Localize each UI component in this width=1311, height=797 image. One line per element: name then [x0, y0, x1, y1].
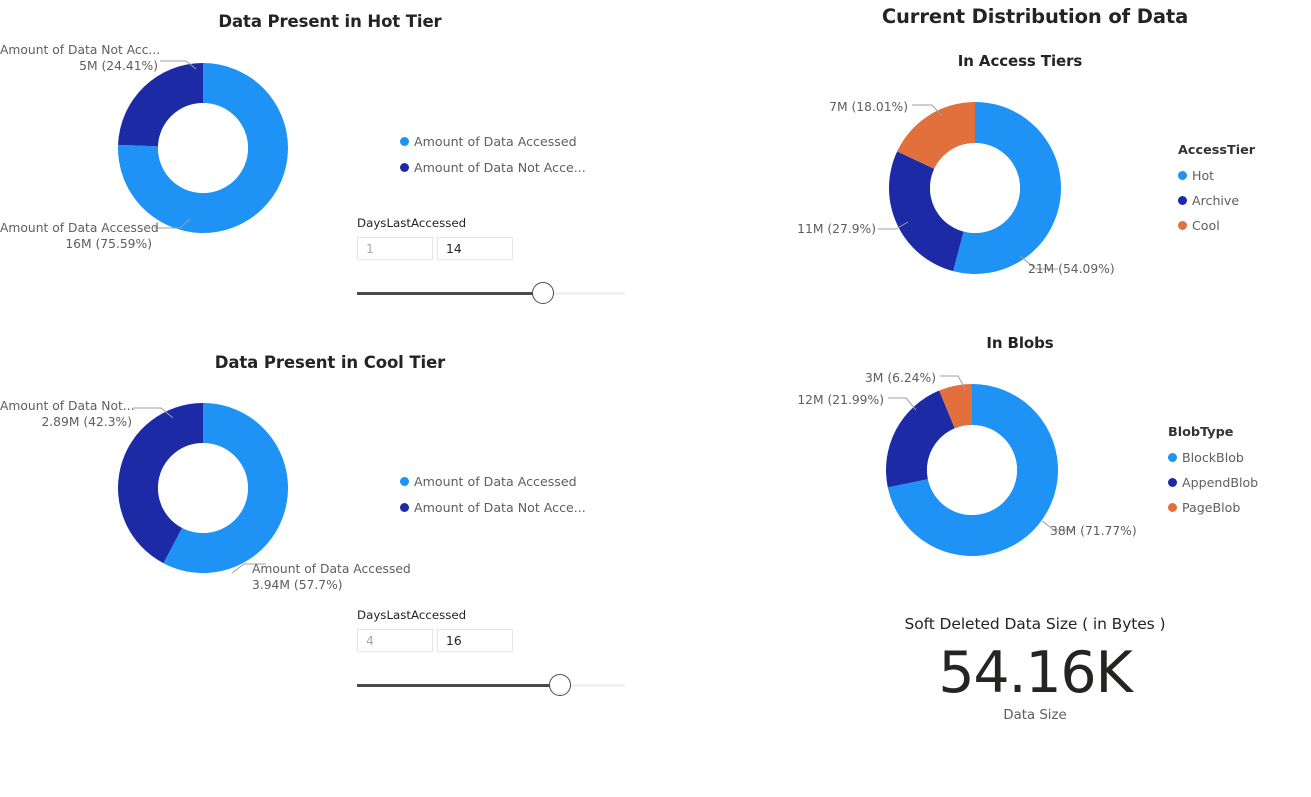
slicer-handle[interactable]	[532, 282, 554, 304]
cool-tier-label-not-accessed-name: Amount of Data Not...	[0, 399, 135, 413]
cool-tier-donut-hole	[158, 443, 248, 533]
cool-tier-donut-svg	[117, 403, 288, 573]
cool-tier-slicer-max-input[interactable]: 16	[437, 629, 513, 652]
blobs-legend-title: BlobType	[1168, 425, 1234, 440]
access-tiers-legend: AccessTier Hot Archive Cool	[1178, 143, 1255, 238]
blobs-leader-append	[888, 397, 917, 411]
access-tiers-title: In Access Tiers	[957, 52, 1083, 70]
blobs-label-block: 38M (71.77%)	[1050, 524, 1137, 538]
access-tiers-label-cool: 7M (18.01%)	[829, 100, 908, 114]
cool-tier-slicer-label: DaysLastAccessed	[357, 608, 467, 622]
blobs-legend-item-appendblob[interactable]: AppendBlob	[1168, 470, 1258, 495]
access-tiers-label-archive: 11M (27.9%)	[797, 222, 876, 236]
cool-tier-donut[interactable]	[117, 403, 288, 573]
access-tiers-donut-svg	[889, 102, 1061, 274]
cool-tier-slicer-min-input[interactable]: 4	[357, 629, 433, 652]
legend-dot-icon	[1168, 478, 1177, 487]
soft-deleted-subtitle: Data Size	[1003, 708, 1067, 723]
blobs-donut-hole	[927, 425, 1017, 515]
legend-dot-icon	[1178, 171, 1187, 180]
access-tiers-legend-item-archive[interactable]: Archive	[1178, 188, 1255, 213]
soft-deleted-value: 54.16K	[938, 640, 1133, 706]
cool-tier-legend-label-not-accessed: Amount of Data Not Acce...	[414, 499, 586, 515]
access-tiers-legend-label-archive: Archive	[1192, 193, 1240, 208]
cool-tier-label-accessed: Amount of Data Accessed 3.94M (57.7%)	[252, 561, 452, 593]
access-tiers-label-hot: 21M (54.09%)	[1028, 262, 1115, 276]
hot-tier-slicer-inputs: 1 14	[357, 237, 627, 260]
cool-tier-legend: Amount of Data Accessed Amount of Data N…	[400, 468, 586, 520]
blobs-title: In Blobs	[986, 334, 1054, 352]
blobs-label-append: 12M (21.99%)	[797, 393, 884, 407]
hot-tier-legend-label-accessed: Amount of Data Accessed	[414, 133, 577, 149]
access-tiers-legend-title: AccessTier	[1178, 143, 1256, 158]
blobs-legend-label-pageblob: PageBlob	[1182, 500, 1241, 515]
hot-tier-donut[interactable]	[118, 63, 288, 233]
right-panel-title: Current Distribution of Data	[881, 5, 1189, 28]
blobs-legend-label-appendblob: AppendBlob	[1182, 475, 1259, 490]
cool-tier-slicer[interactable]: DaysLastAccessed 4 16	[357, 608, 627, 696]
hot-tier-label-accessed: Amount of Data Accessed 16M (75.59%)	[0, 220, 159, 252]
legend-dot-icon	[1178, 196, 1187, 205]
cool-tier-legend-item-accessed[interactable]: Amount of Data Accessed	[400, 468, 586, 494]
legend-dot-icon	[1178, 221, 1187, 230]
hot-tier-slicer-label: DaysLastAccessed	[357, 216, 467, 230]
blobs-leader-page	[940, 375, 967, 391]
cool-tier-label-not-accessed: Amount of Data Not... 2.89M (42.3%)	[0, 398, 135, 430]
blobs-legend-item-blockblob[interactable]: BlockBlob	[1168, 445, 1258, 470]
access-tiers-donut-hole	[930, 143, 1020, 233]
hot-tier-slicer[interactable]: DaysLastAccessed 1 14	[357, 216, 627, 304]
hot-tier-label-not-accessed-value: 5M (24.41%)	[79, 59, 158, 73]
slicer-track-fill	[357, 684, 559, 687]
hot-tier-legend: Amount of Data Accessed Amount of Data N…	[400, 128, 586, 180]
blobs-legend: BlobType BlockBlob AppendBlob PageBlob	[1168, 425, 1258, 520]
blobs-legend-item-pageblob[interactable]: PageBlob	[1168, 495, 1258, 520]
legend-dot-icon	[1168, 503, 1177, 512]
legend-dot-icon	[400, 162, 409, 172]
blobs-label-page: 3M (6.24%)	[864, 371, 936, 385]
cool-tier-label-not-accessed-value: 2.89M (42.3%)	[41, 415, 132, 429]
access-tiers-legend-item-cool[interactable]: Cool	[1178, 213, 1255, 238]
legend-dot-icon	[400, 502, 409, 512]
access-tiers-leader-archive	[878, 221, 909, 230]
hot-tier-slicer-track[interactable]	[357, 282, 625, 304]
cool-tier-title: Data Present in Cool Tier	[214, 353, 446, 372]
cool-tier-label-accessed-name: Amount of Data Accessed	[252, 562, 411, 576]
soft-deleted-title: Soft Deleted Data Size ( in Bytes )	[904, 615, 1166, 633]
hot-tier-legend-item-accessed[interactable]: Amount of Data Accessed	[400, 128, 586, 154]
cool-tier-leader-not-accessed	[133, 407, 174, 419]
hot-tier-title: Data Present in Hot Tier	[218, 12, 442, 31]
hot-tier-slicer-min-input[interactable]: 1	[357, 237, 433, 260]
hot-tier-label-not-accessed-name: Amount of Data Not Acc...	[0, 43, 161, 57]
hot-tier-legend-item-not-accessed[interactable]: Amount of Data Not Acce...	[400, 154, 586, 180]
hot-tier-slicer-max-input[interactable]: 14	[437, 237, 513, 260]
cool-tier-slicer-track[interactable]	[357, 674, 625, 696]
cool-tier-legend-item-not-accessed[interactable]: Amount of Data Not Acce...	[400, 494, 586, 520]
access-tiers-donut[interactable]	[889, 102, 1061, 274]
slicer-handle[interactable]	[549, 674, 571, 696]
hot-tier-label-accessed-name: Amount of Data Accessed	[0, 221, 159, 235]
cool-tier-legend-label-accessed: Amount of Data Accessed	[414, 473, 577, 489]
hot-tier-donut-svg	[118, 63, 288, 233]
cool-tier-slicer-inputs: 4 16	[357, 629, 627, 652]
access-tiers-legend-label-cool: Cool	[1192, 218, 1220, 233]
access-tiers-leader-cool	[912, 104, 943, 117]
hot-tier-leader-not-accessed	[160, 60, 197, 70]
slicer-track-fill	[357, 292, 542, 295]
report-canvas: Data Present in Hot Tier Amount of Data …	[0, 0, 1311, 797]
hot-tier-label-not-accessed: Amount of Data Not Acc... 5M (24.41%)	[0, 42, 161, 74]
legend-dot-icon	[400, 476, 409, 486]
hot-tier-label-accessed-value: 16M (75.59%)	[65, 237, 152, 251]
hot-tier-leader-accessed	[154, 218, 191, 229]
access-tiers-legend-item-hot[interactable]: Hot	[1178, 163, 1255, 188]
hot-tier-donut-hole	[158, 103, 248, 193]
legend-dot-icon	[400, 136, 409, 146]
hot-tier-legend-label-not-accessed: Amount of Data Not Acce...	[414, 159, 586, 175]
cool-tier-label-accessed-value: 3.94M (57.7%)	[252, 578, 343, 592]
legend-dot-icon	[1168, 453, 1177, 462]
access-tiers-legend-label-hot: Hot	[1192, 168, 1215, 183]
blobs-legend-label-blockblob: BlockBlob	[1182, 450, 1244, 465]
